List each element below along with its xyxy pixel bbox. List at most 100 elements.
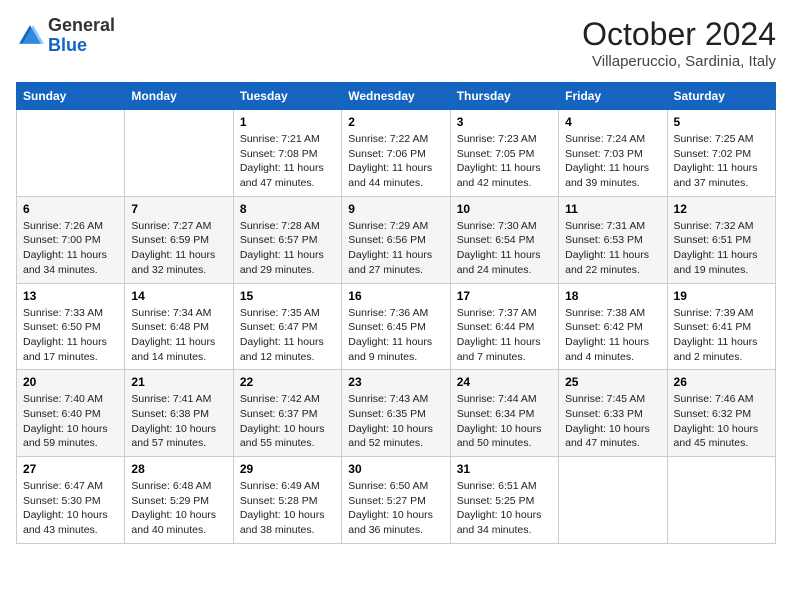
day-info: Sunrise: 7:33 AM Sunset: 6:50 PM Dayligh…: [23, 306, 118, 365]
day-info: Sunrise: 7:24 AM Sunset: 7:03 PM Dayligh…: [565, 132, 660, 191]
calendar-cell: [559, 457, 667, 544]
day-info: Sunrise: 7:40 AM Sunset: 6:40 PM Dayligh…: [23, 392, 118, 451]
calendar-cell: 27 Sunrise: 6:47 AM Sunset: 5:30 PM Dayli…: [17, 457, 125, 544]
day-number: 31: [457, 462, 552, 476]
calendar-cell: 7Sunrise: 7:27 AM Sunset: 6:59 PM Daylig…: [125, 196, 233, 283]
day-number: 5: [674, 115, 769, 129]
calendar-cell: 22 Sunrise: 7:42 AM Sunset: 6:37 PM Dayli…: [233, 370, 341, 457]
day-of-week-header: Wednesday: [342, 83, 450, 110]
calendar-cell: 2 Sunrise: 7:22 AM Sunset: 7:06 PM Daylig…: [342, 110, 450, 197]
day-number: 25: [565, 375, 660, 389]
page-header: General Blue October 2024 Villaperuccio,…: [16, 16, 776, 70]
day-info: Sunrise: 7:25 AM Sunset: 7:02 PM Dayligh…: [674, 132, 769, 191]
day-info: Sunrise: 7:37 AM Sunset: 6:44 PM Dayligh…: [457, 306, 552, 365]
calendar-week-row: 1Sunrise: 7:21 AM Sunset: 7:08 PM Daylig…: [17, 110, 776, 197]
calendar-cell: 21Sunrise: 7:41 AM Sunset: 6:38 PM Dayli…: [125, 370, 233, 457]
calendar-cell: 11Sunrise: 7:31 AM Sunset: 6:53 PM Dayli…: [559, 196, 667, 283]
day-info: Sunrise: 7:27 AM Sunset: 6:59 PM Dayligh…: [131, 219, 226, 278]
day-info: Sunrise: 7:28 AM Sunset: 6:57 PM Dayligh…: [240, 219, 335, 278]
day-number: 12: [674, 202, 769, 216]
day-number: 26: [674, 375, 769, 389]
day-info: Sunrise: 7:34 AM Sunset: 6:48 PM Dayligh…: [131, 306, 226, 365]
day-info: Sunrise: 7:39 AM Sunset: 6:41 PM Dayligh…: [674, 306, 769, 365]
day-number: 29: [240, 462, 335, 476]
day-info: Sunrise: 6:50 AM Sunset: 5:27 PM Dayligh…: [348, 479, 443, 538]
calendar-cell: 10Sunrise: 7:30 AM Sunset: 6:54 PM Dayli…: [450, 196, 558, 283]
calendar-cell: 1Sunrise: 7:21 AM Sunset: 7:08 PM Daylig…: [233, 110, 341, 197]
day-of-week-header: Monday: [125, 83, 233, 110]
day-info: Sunrise: 7:22 AM Sunset: 7:06 PM Dayligh…: [348, 132, 443, 191]
calendar-cell: 9Sunrise: 7:29 AM Sunset: 6:56 PM Daylig…: [342, 196, 450, 283]
day-info: Sunrise: 7:31 AM Sunset: 6:53 PM Dayligh…: [565, 219, 660, 278]
day-number: 18: [565, 289, 660, 303]
day-number: 20: [23, 375, 118, 389]
calendar-cell: 3 Sunrise: 7:23 AM Sunset: 7:05 PM Daylig…: [450, 110, 558, 197]
day-info: Sunrise: 7:32 AM Sunset: 6:51 PM Dayligh…: [674, 219, 769, 278]
day-info: Sunrise: 7:35 AM Sunset: 6:47 PM Dayligh…: [240, 306, 335, 365]
calendar-cell: 18 Sunrise: 7:38 AM Sunset: 6:42 PM Dayli…: [559, 283, 667, 370]
day-number: 22: [240, 375, 335, 389]
day-info: Sunrise: 6:51 AM Sunset: 5:25 PM Dayligh…: [457, 479, 552, 538]
day-number: 16: [348, 289, 443, 303]
day-number: 30: [348, 462, 443, 476]
day-info: Sunrise: 7:46 AM Sunset: 6:32 PM Dayligh…: [674, 392, 769, 451]
day-info: Sunrise: 7:45 AM Sunset: 6:33 PM Dayligh…: [565, 392, 660, 451]
day-info: Sunrise: 7:26 AM Sunset: 7:00 PM Dayligh…: [23, 219, 118, 278]
calendar-cell: 15 Sunrise: 7:35 AM Sunset: 6:47 PM Dayli…: [233, 283, 341, 370]
logo-icon: [16, 22, 44, 50]
day-number: 6: [23, 202, 118, 216]
calendar-cell: 28Sunrise: 6:48 AM Sunset: 5:29 PM Dayli…: [125, 457, 233, 544]
day-info: Sunrise: 6:47 AM Sunset: 5:30 PM Dayligh…: [23, 479, 118, 538]
calendar-cell: 12 Sunrise: 7:32 AM Sunset: 6:51 PM Dayli…: [667, 196, 775, 283]
day-of-week-header: Saturday: [667, 83, 775, 110]
day-number: 24: [457, 375, 552, 389]
day-number: 27: [23, 462, 118, 476]
calendar-table: SundayMondayTuesdayWednesdayThursdayFrid…: [16, 82, 776, 544]
day-number: 23: [348, 375, 443, 389]
calendar-cell: 5 Sunrise: 7:25 AM Sunset: 7:02 PM Daylig…: [667, 110, 775, 197]
day-info: Sunrise: 7:29 AM Sunset: 6:56 PM Dayligh…: [348, 219, 443, 278]
calendar-cell: 24 Sunrise: 7:44 AM Sunset: 6:34 PM Dayli…: [450, 370, 558, 457]
calendar-cell: 16Sunrise: 7:36 AM Sunset: 6:45 PM Dayli…: [342, 283, 450, 370]
calendar-week-row: 27 Sunrise: 6:47 AM Sunset: 5:30 PM Dayli…: [17, 457, 776, 544]
calendar-cell: 25 Sunrise: 7:45 AM Sunset: 6:33 PM Dayli…: [559, 370, 667, 457]
calendar-week-row: 6 Sunrise: 7:26 AM Sunset: 7:00 PM Daylig…: [17, 196, 776, 283]
day-number: 17: [457, 289, 552, 303]
calendar-cell: 29 Sunrise: 6:49 AM Sunset: 5:28 PM Dayli…: [233, 457, 341, 544]
calendar-cell: 4 Sunrise: 7:24 AM Sunset: 7:03 PM Daylig…: [559, 110, 667, 197]
calendar-cell: 30 Sunrise: 6:50 AM Sunset: 5:27 PM Dayli…: [342, 457, 450, 544]
day-number: 8: [240, 202, 335, 216]
day-info: Sunrise: 7:23 AM Sunset: 7:05 PM Dayligh…: [457, 132, 552, 191]
calendar-week-row: 13Sunrise: 7:33 AM Sunset: 6:50 PM Dayli…: [17, 283, 776, 370]
logo: General Blue: [16, 16, 115, 56]
calendar-cell: 13Sunrise: 7:33 AM Sunset: 6:50 PM Dayli…: [17, 283, 125, 370]
day-number: 2: [348, 115, 443, 129]
calendar-cell: 31 Sunrise: 6:51 AM Sunset: 5:25 PM Dayli…: [450, 457, 558, 544]
day-info: Sunrise: 7:44 AM Sunset: 6:34 PM Dayligh…: [457, 392, 552, 451]
day-number: 10: [457, 202, 552, 216]
calendar-cell: 26 Sunrise: 7:46 AM Sunset: 6:32 PM Dayli…: [667, 370, 775, 457]
day-info: Sunrise: 7:42 AM Sunset: 6:37 PM Dayligh…: [240, 392, 335, 451]
calendar-week-row: 20 Sunrise: 7:40 AM Sunset: 6:40 PM Dayli…: [17, 370, 776, 457]
day-number: 21: [131, 375, 226, 389]
day-info: Sunrise: 7:43 AM Sunset: 6:35 PM Dayligh…: [348, 392, 443, 451]
day-number: 15: [240, 289, 335, 303]
day-number: 1: [240, 115, 335, 129]
calendar-cell: [667, 457, 775, 544]
location: Villaperuccio, Sardinia, Italy: [582, 53, 776, 70]
calendar-cell: 17 Sunrise: 7:37 AM Sunset: 6:44 PM Dayli…: [450, 283, 558, 370]
day-number: 3: [457, 115, 552, 129]
day-info: Sunrise: 6:49 AM Sunset: 5:28 PM Dayligh…: [240, 479, 335, 538]
logo-general: General: [48, 15, 115, 35]
calendar-cell: 6 Sunrise: 7:26 AM Sunset: 7:00 PM Daylig…: [17, 196, 125, 283]
calendar-cell: [125, 110, 233, 197]
day-number: 28: [131, 462, 226, 476]
day-info: Sunrise: 7:38 AM Sunset: 6:42 PM Dayligh…: [565, 306, 660, 365]
day-of-week-header: Thursday: [450, 83, 558, 110]
day-number: 19: [674, 289, 769, 303]
calendar-cell: 19 Sunrise: 7:39 AM Sunset: 6:41 PM Dayli…: [667, 283, 775, 370]
day-number: 4: [565, 115, 660, 129]
title-block: October 2024 Villaperuccio, Sardinia, It…: [582, 16, 776, 70]
day-of-week-header: Sunday: [17, 83, 125, 110]
calendar-cell: [17, 110, 125, 197]
